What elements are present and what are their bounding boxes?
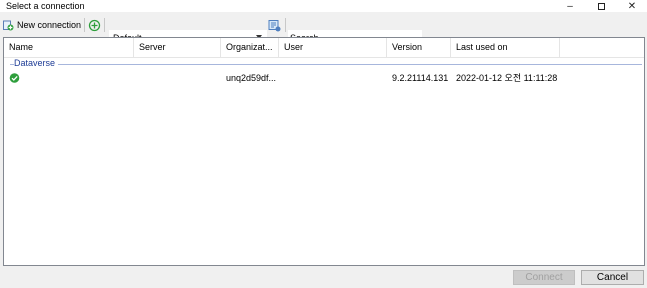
column-header-last-used[interactable]: Last used on — [451, 38, 560, 57]
filter-icon — [268, 19, 281, 31]
window-title: Select a connection — [6, 1, 85, 11]
maximize-button[interactable] — [586, 0, 616, 12]
cell-organization: unq2d59df... — [226, 73, 277, 83]
new-connection-button[interactable]: New connection — [2, 17, 81, 33]
close-button[interactable]: ✕ — [617, 0, 647, 12]
refresh-button[interactable] — [88, 17, 101, 33]
new-connection-icon — [3, 20, 14, 31]
column-header-organization[interactable]: Organizat... — [221, 38, 279, 57]
new-connection-label: New connection — [17, 20, 82, 30]
connect-button[interactable]: Connect — [513, 270, 575, 285]
minimize-icon: – — [567, 0, 573, 12]
refresh-icon — [88, 19, 101, 31]
maximize-icon — [597, 2, 605, 10]
column-header-user[interactable]: User — [279, 38, 387, 57]
title-bar: Select a connection – ✕ — [0, 0, 647, 12]
cell-version: 9.2.21114.131 — [392, 73, 449, 83]
close-icon: ✕ — [627, 0, 637, 12]
cell-last-used: 2022-01-12 오전 11:11:28 — [456, 73, 558, 83]
cell-name — [9, 71, 134, 85]
cell-user — [284, 71, 386, 85]
list-header: Name Server Organizat... User Version La… — [4, 38, 644, 58]
column-header-version[interactable]: Version — [387, 38, 451, 57]
group-header-dataverse[interactable]: Dataverse — [10, 58, 642, 69]
toolbar-separator — [285, 18, 286, 32]
minimize-button[interactable]: – — [555, 0, 585, 12]
column-header-server[interactable]: Server — [134, 38, 221, 57]
filter-button[interactable] — [268, 17, 281, 33]
toolbar: New connection Default Search — [0, 14, 647, 46]
connections-list[interactable]: Name Server Organizat... User Version La… — [3, 37, 645, 266]
group-divider — [10, 64, 642, 65]
connected-status-icon — [9, 73, 20, 83]
cell-server — [156, 71, 220, 85]
toolbar-separator — [84, 18, 85, 32]
cancel-button[interactable]: Cancel — [581, 270, 644, 285]
column-header-name[interactable]: Name — [4, 38, 134, 57]
list-item[interactable]: unq2d59df... 9.2.21114.131 2022-01-12 오전… — [4, 71, 644, 85]
toolbar-separator — [104, 18, 105, 32]
group-name: Dataverse — [14, 58, 59, 69]
